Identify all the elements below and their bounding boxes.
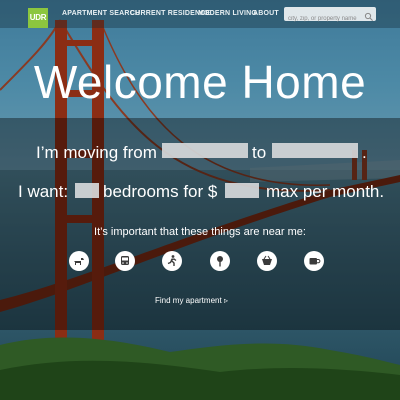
- max-per-month-label: max per month.: [266, 182, 385, 201]
- dog-park-icon[interactable]: [69, 251, 89, 271]
- moving-to-input[interactable]: [272, 143, 358, 158]
- nav-apartment-search[interactable]: APARTMENT SEARCH: [62, 10, 140, 17]
- moving-period: .: [362, 143, 367, 162]
- want-label: I want:: [18, 182, 69, 201]
- near-me-prompt: It’s important that these things are nea…: [94, 226, 306, 238]
- arrow-right-icon: ▹: [223, 296, 228, 305]
- search-box: [284, 7, 376, 26]
- page-title: Welcome Home: [33, 56, 367, 108]
- find-apartment-label: Find my apartment: [155, 296, 222, 305]
- max-rent-input[interactable]: [225, 183, 259, 198]
- bedrooms-label: bedrooms for $: [103, 182, 218, 201]
- fitness-icon[interactable]: [162, 251, 182, 271]
- restaurant-icon[interactable]: [210, 251, 230, 271]
- coffee-icon[interactable]: [304, 251, 324, 271]
- search-icon[interactable]: [364, 9, 374, 21]
- search-input[interactable]: [284, 12, 366, 26]
- nav-modern-living[interactable]: MODERN LIVING: [198, 10, 257, 17]
- udr-logo[interactable]: UDR: [28, 8, 48, 28]
- find-apartment-link[interactable]: Find my apartment ▹: [155, 296, 228, 305]
- moving-from-label: I’m moving from: [36, 143, 157, 162]
- nav-about[interactable]: ABOUT: [253, 10, 279, 17]
- moving-from-input[interactable]: [162, 143, 248, 158]
- moving-to-label: to: [252, 143, 267, 162]
- transit-icon[interactable]: [115, 251, 135, 271]
- grocery-icon[interactable]: [257, 251, 277, 271]
- bedrooms-input[interactable]: [75, 183, 99, 198]
